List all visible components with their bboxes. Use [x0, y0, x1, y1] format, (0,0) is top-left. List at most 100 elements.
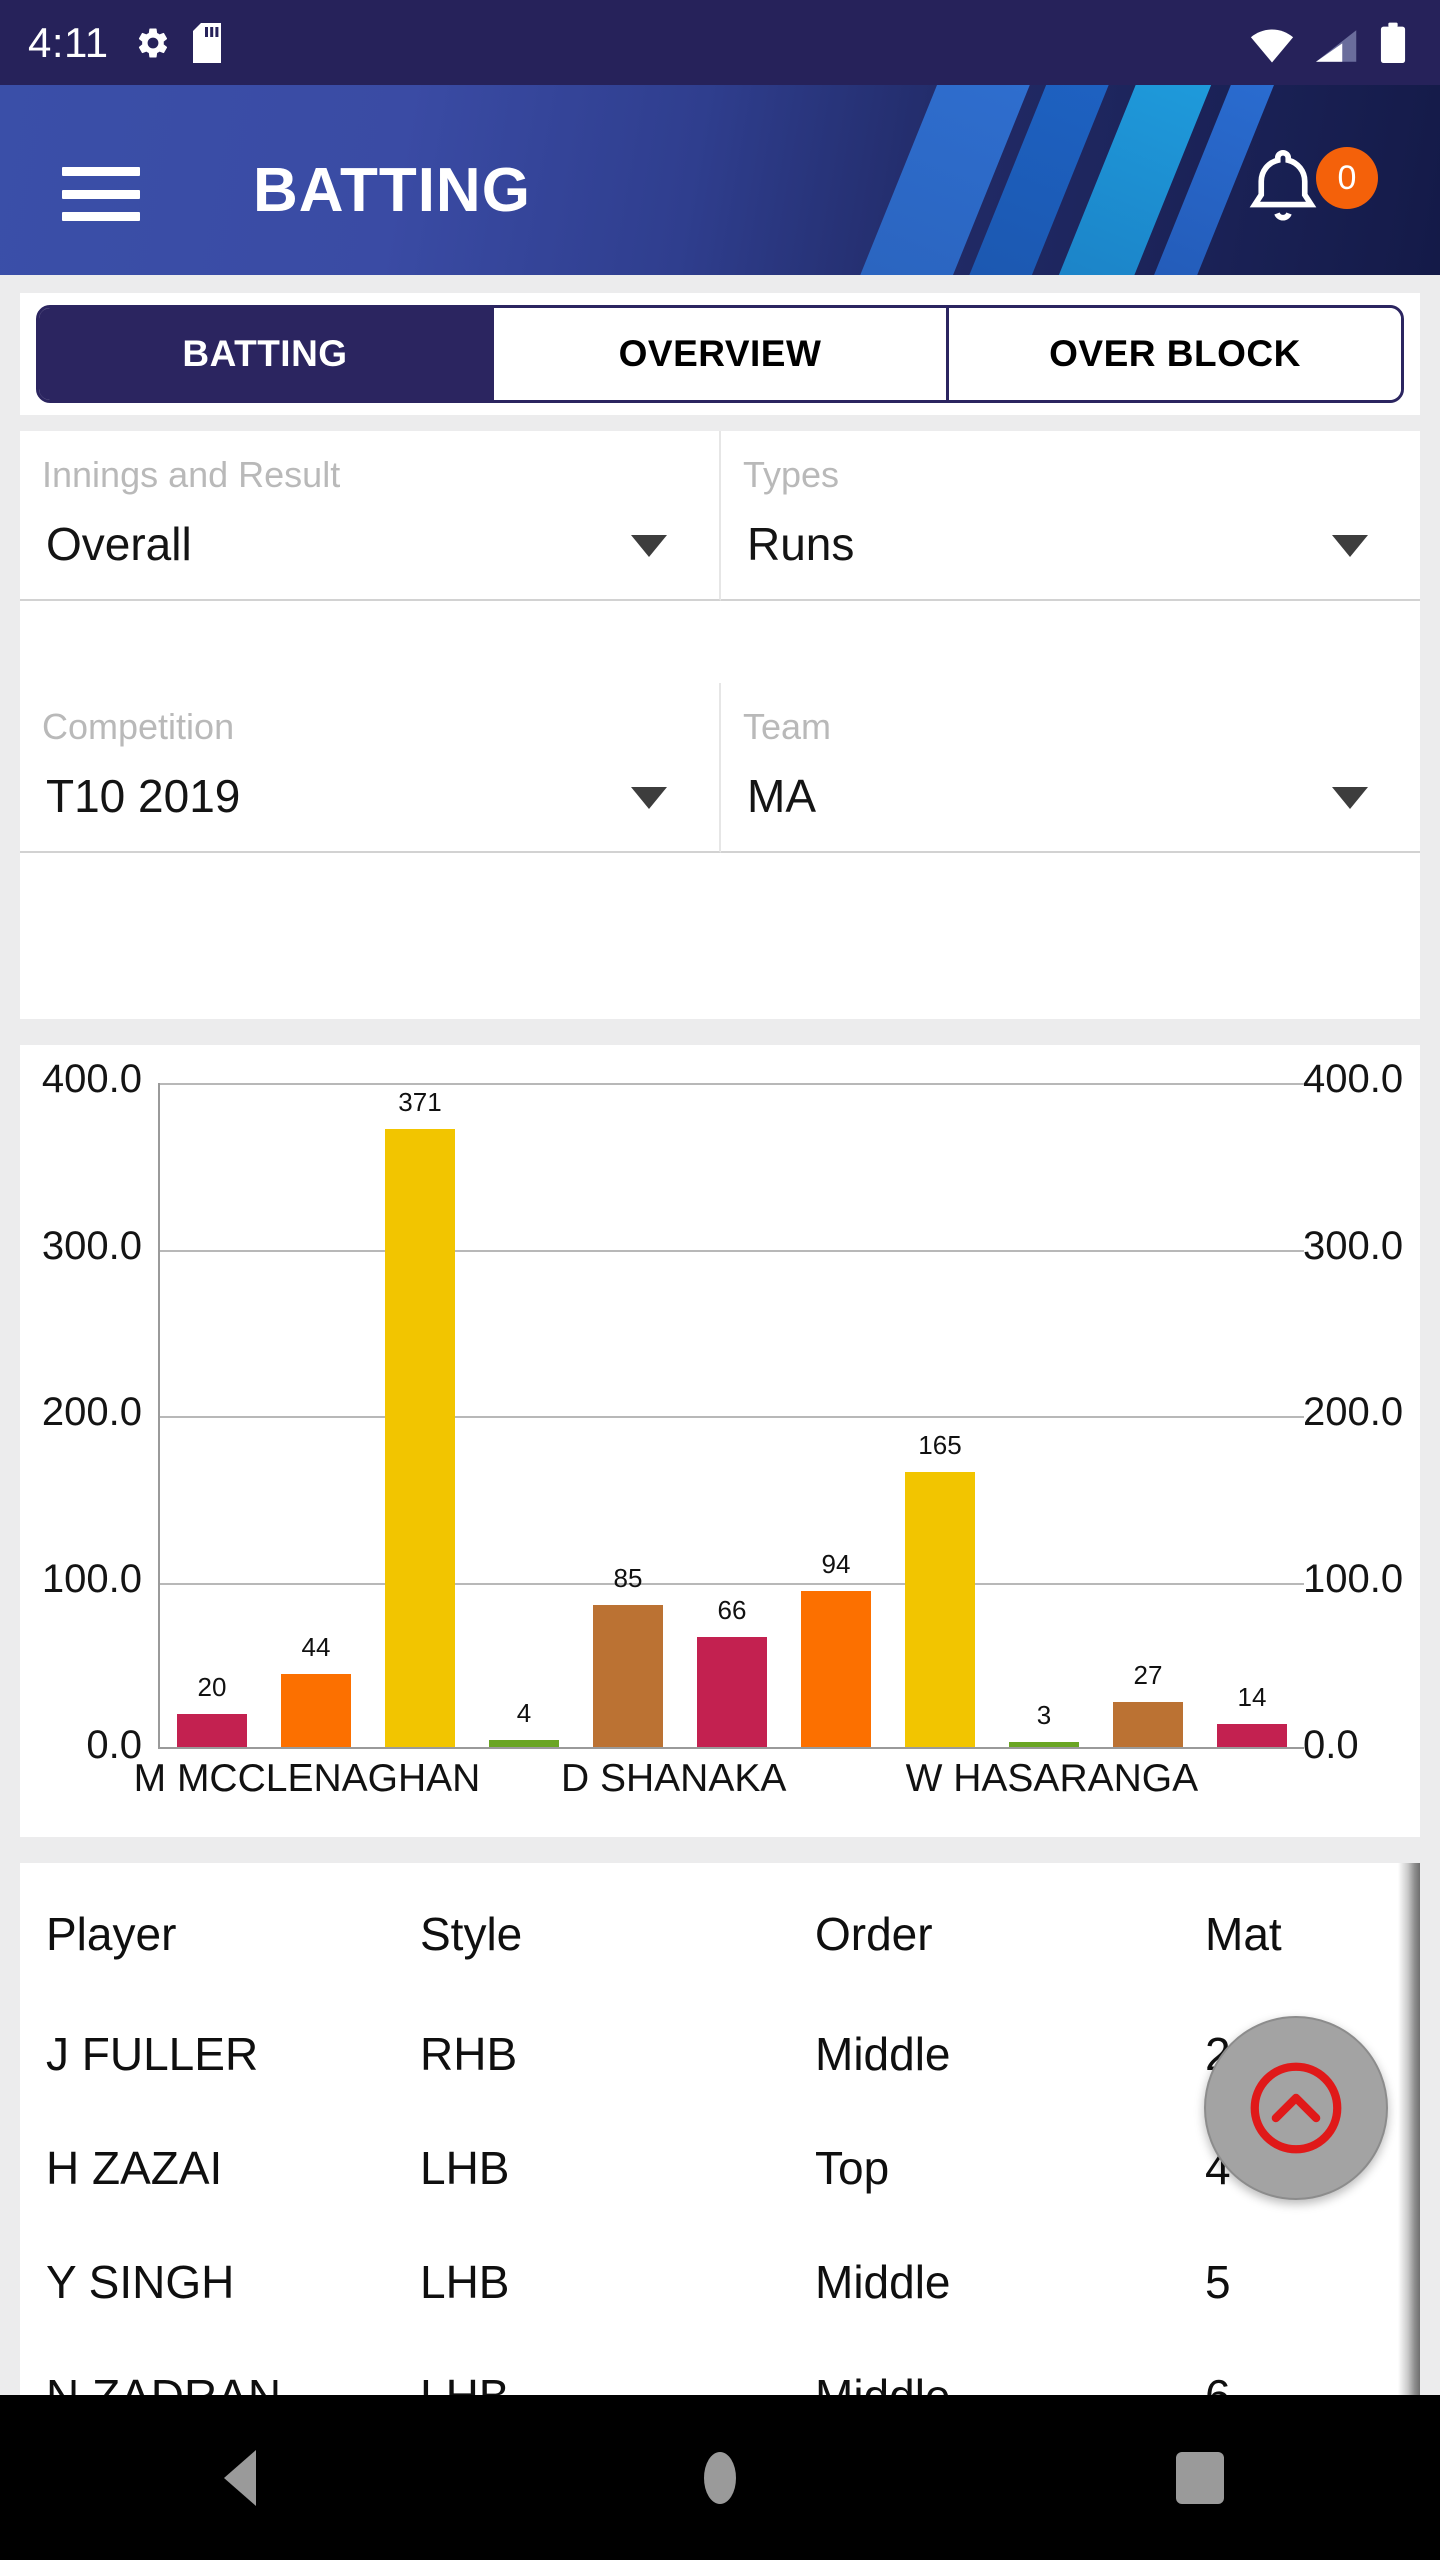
chevron-up-circle-icon: [1250, 2062, 1342, 2154]
chart-bar[interactable]: 66: [696, 1595, 768, 1747]
column-header-style: Style: [420, 1908, 523, 1960]
chart-bar[interactable]: 27: [1112, 1660, 1184, 1747]
bell-icon: [1249, 149, 1317, 221]
chart-bar-slot: 14: [1200, 1682, 1304, 1747]
filter-value: MA: [747, 770, 816, 822]
nav-back-button[interactable]: [0, 2449, 480, 2506]
status-bar-notification-icons: [135, 22, 221, 63]
y-axis-tick-left: 300.0: [41, 1223, 142, 1268]
filter-label: Team: [743, 706, 832, 747]
column-header-order: Order: [815, 1908, 933, 1960]
table-row[interactable]: Y SINGH LHB Middle 5: [20, 2225, 1420, 2339]
cell-style: LHB: [420, 2256, 510, 2308]
cell-signal-icon: [1316, 29, 1357, 62]
y-axis-tick-right: 200.0: [1303, 1390, 1404, 1434]
chart-bar-value-label: 94: [821, 1548, 851, 1579]
y-axis-tick-right: 0.0: [1303, 1723, 1359, 1767]
y-axis-tick-right: 400.0: [1303, 1057, 1404, 1101]
cell-player: H ZAZAI: [46, 2142, 223, 2194]
x-axis-category-label: D SHANAKA: [560, 1757, 787, 1800]
chart-bar[interactable]: 371: [384, 1087, 456, 1747]
filter-competition[interactable]: Competition T10 2019: [20, 683, 721, 853]
home-circle-icon: [704, 2451, 736, 2504]
y-axis-tick-right: 300.0: [1303, 1223, 1404, 1268]
system-navigation-bar: [0, 2395, 1440, 2560]
notifications-button[interactable]: 0: [1238, 143, 1378, 233]
chart-bar-value-label: 44: [301, 1631, 331, 1662]
y-axis-tick-left: 400.0: [41, 1057, 142, 1101]
chart-bar-value-label: 20: [197, 1671, 227, 1702]
table-header-row: Player Style Order Mat: [20, 1863, 1420, 1997]
notification-badge: 0: [1316, 147, 1378, 209]
battery-icon: [1380, 22, 1406, 63]
filter-value: Runs: [747, 518, 855, 570]
y-axis-tick-left: 100.0: [41, 1556, 142, 1601]
chart-bar-value-label: 371: [398, 1087, 442, 1118]
tab-over-block[interactable]: OVER BLOCK: [949, 308, 1401, 400]
y-axis-tick-left: 0.0: [86, 1723, 142, 1767]
filter-value: Overall: [46, 518, 192, 570]
column-header-player: Player: [46, 1908, 177, 1960]
chevron-down-icon: [631, 535, 667, 557]
batting-bar-chart[interactable]: 0.0 100.0 200.0 300.0 400.0 0.0 100.0 200.0 300…: [20, 1045, 1420, 1837]
chart-bar-slot: 85: [576, 1563, 680, 1747]
chart-bar[interactable]: 85: [592, 1563, 664, 1747]
filter-team[interactable]: Team MA: [721, 683, 1420, 853]
x-axis-category-label: W HASARANGA: [905, 1757, 1199, 1800]
chart-bar[interactable]: 44: [280, 1632, 352, 1747]
chart-bar[interactable]: 4: [488, 1698, 560, 1747]
tab-bar-card: BATTING OVERVIEW OVER BLOCK: [20, 293, 1420, 415]
tab-overview[interactable]: OVERVIEW: [494, 308, 949, 400]
chart-bar[interactable]: 3: [1008, 1700, 1080, 1747]
sd-card-icon: [192, 22, 221, 63]
chart-bar[interactable]: 20: [176, 1672, 248, 1747]
chart-bar-slot: 94: [784, 1549, 888, 1747]
cell-order: Middle: [815, 2028, 951, 2080]
nav-home-button[interactable]: [480, 2451, 960, 2504]
chart-x-axis: M MCCLENAGHAN D SHANAKA W HASARANGA: [134, 1757, 1304, 1817]
filter-types[interactable]: Types Runs: [721, 431, 1420, 601]
chart-bar-slot: 165: [888, 1430, 992, 1747]
filter-innings-and-result[interactable]: Innings and Result Overall: [20, 431, 721, 601]
chart-bar-value-label: 165: [918, 1430, 962, 1461]
y-axis-tick-left: 200.0: [41, 1390, 142, 1434]
status-bar: 4:11: [0, 0, 1440, 85]
app-bar: BATTING 0: [0, 85, 1440, 275]
chart-bar-value-label: 66: [717, 1595, 747, 1626]
chevron-down-icon: [1332, 787, 1368, 809]
chart-bar-slot: 66: [680, 1595, 784, 1747]
hamburger-line: [62, 189, 140, 199]
chart-bar[interactable]: 94: [800, 1549, 872, 1747]
filters-card: Innings and Result Overall Types Runs Co…: [20, 431, 1420, 1019]
filter-value: T10 2019: [46, 770, 241, 822]
cell-style: LHB: [420, 2142, 510, 2194]
wifi-icon: [1250, 29, 1294, 62]
cell-player: Y SINGH: [46, 2256, 235, 2308]
chart-bar[interactable]: 14: [1216, 1682, 1288, 1747]
hamburger-line: [62, 212, 140, 221]
nav-recents-button[interactable]: [960, 2451, 1440, 2504]
back-triangle-icon: [224, 2449, 256, 2506]
recents-square-icon: [1176, 2451, 1224, 2504]
table-header: Player Style Order Mat: [20, 1863, 1420, 1997]
status-bar-clock: 4:11: [28, 18, 109, 66]
hamburger-line: [62, 167, 140, 176]
scroll-to-top-button[interactable]: [1204, 2016, 1388, 2200]
chevron-down-icon: [1332, 535, 1368, 557]
chart-bar-slot: 4: [472, 1698, 576, 1747]
tab-batting[interactable]: BATTING: [39, 308, 494, 400]
x-axis-category-label: M MCCLENAGHAN: [133, 1757, 481, 1800]
filter-label: Innings and Result: [42, 454, 341, 495]
chart-bar[interactable]: 165: [904, 1430, 976, 1747]
filter-spacer: [20, 601, 1420, 683]
chart-bar-slot: 3: [992, 1700, 1096, 1747]
cell-order: Top: [815, 2142, 890, 2194]
menu-button[interactable]: [62, 167, 140, 221]
chart-bar-slot: 44: [264, 1632, 368, 1747]
chart-bar-value-label: 14: [1237, 1681, 1267, 1712]
filter-row-1: Innings and Result Overall Types Runs: [20, 431, 1420, 601]
cell-mat: 5: [1205, 2256, 1231, 2308]
chart-bar-value-label: 27: [1133, 1660, 1163, 1691]
chart-bar-value-label: 4: [516, 1698, 532, 1729]
chart-bar-slot: 27: [1096, 1660, 1200, 1747]
